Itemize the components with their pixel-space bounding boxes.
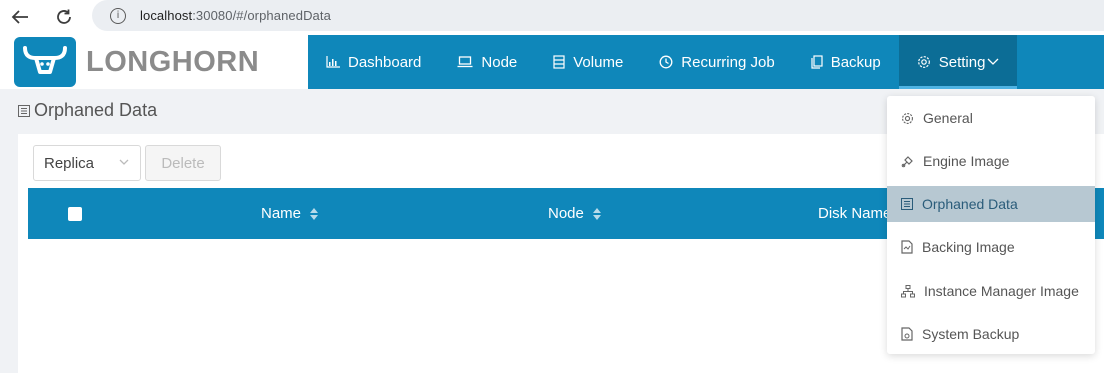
clock-icon <box>659 55 673 69</box>
chevron-down-icon <box>987 58 999 65</box>
back-arrow-icon[interactable] <box>6 4 34 30</box>
bar-chart-icon <box>326 56 340 68</box>
laptop-icon <box>457 56 473 68</box>
column-node[interactable]: Node <box>548 188 602 239</box>
browser-toolbar: i localhost:30080/#/orphanedData <box>0 0 1104 35</box>
nav-backup[interactable]: Backup <box>793 35 899 89</box>
menu-item-instance-manager-image[interactable]: Instance Manager Image <box>887 273 1095 309</box>
logo-text: LONGHORN <box>86 45 260 78</box>
gear-icon <box>917 56 930 68</box>
logo[interactable]: LONGHORN <box>0 35 308 89</box>
sort-icon[interactable] <box>309 207 319 221</box>
url-text: localhost:30080/#/orphanedData <box>140 8 331 23</box>
menu-item-system-backup[interactable]: System Backup <box>887 316 1095 352</box>
page-title: Orphaned Data <box>18 100 157 121</box>
menu-item-general[interactable]: General <box>887 100 1095 136</box>
main-nav: Dashboard Node Volume Recurring Job Back… <box>308 35 1018 89</box>
list-icon <box>901 198 913 210</box>
settings-dropdown-menu: General Engine Image Orphaned Data Backi… <box>887 96 1095 354</box>
nav-setting[interactable]: Setting <box>898 35 1018 89</box>
file-icon <box>901 240 913 254</box>
menu-item-backing-image[interactable]: Backing Image <box>887 229 1095 265</box>
sort-icon[interactable] <box>592 207 602 221</box>
gear-icon <box>902 112 913 124</box>
nav-recurring-job[interactable]: Recurring Job <box>641 35 792 89</box>
longhorn-logo-icon <box>14 37 76 87</box>
select-all-checkbox[interactable] <box>68 207 82 221</box>
nav-volume[interactable]: Volume <box>535 35 641 89</box>
tree-icon <box>901 284 915 297</box>
menu-item-orphaned-data[interactable]: Orphaned Data <box>887 186 1095 222</box>
column-name[interactable]: Name <box>261 188 319 239</box>
type-filter-select[interactable]: Replica <box>33 145 141 181</box>
copy-icon <box>811 55 823 69</box>
menu-item-engine-image[interactable]: Engine Image <box>887 143 1095 179</box>
list-icon <box>18 104 30 117</box>
chevron-down-icon <box>119 159 129 165</box>
backup-file-icon <box>901 327 913 341</box>
engine-icon <box>901 155 913 167</box>
nav-dashboard[interactable]: Dashboard <box>308 35 439 89</box>
reload-icon[interactable] <box>50 4 78 30</box>
nav-node[interactable]: Node <box>439 35 535 89</box>
app-header: LONGHORN Dashboard Node Volume Recurring… <box>0 35 1104 89</box>
address-bar[interactable]: i localhost:30080/#/orphanedData <box>92 0 1104 31</box>
database-icon <box>553 55 565 69</box>
info-icon[interactable]: i <box>110 7 126 24</box>
column-disk-name[interactable]: Disk Name <box>818 188 891 239</box>
delete-button[interactable]: Delete <box>145 145 221 181</box>
